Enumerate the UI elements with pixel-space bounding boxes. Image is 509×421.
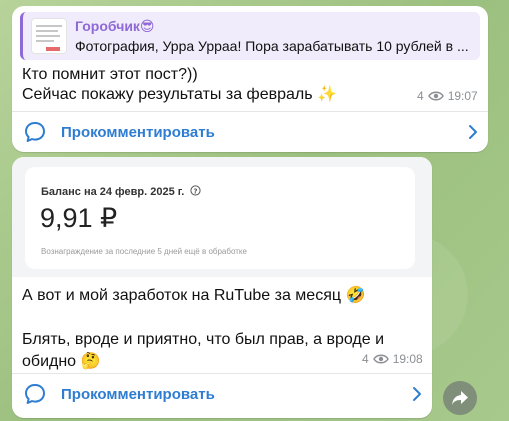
message-time: 19:07: [447, 89, 478, 103]
card-title-text: Баланс на 24 февр. 2025 г.: [41, 186, 185, 198]
message-time: 19:08: [392, 352, 423, 366]
card-note: Вознаграждение за последние 5 дней ещё в…: [41, 247, 247, 256]
message-meta: 4 19:08: [362, 352, 423, 366]
info-icon: ?: [190, 185, 201, 196]
chevron-right-icon: [413, 387, 421, 401]
comment-label: Прокомментировать: [61, 385, 215, 403]
comment-button[interactable]: Прокомментировать: [12, 374, 432, 414]
balance-card: Баланс на 24 февр. 2025 г. ? 9,91 ₽ Возн…: [25, 167, 415, 269]
comment-icon: [25, 122, 45, 142]
message-text: Кто помнит этот пост?)) Сейчас покажу ре…: [22, 66, 337, 103]
balance-amount: 9,91 ₽: [40, 203, 118, 233]
reply-author: Горобчик😎: [75, 18, 155, 34]
reply-text: Фотография, Урра Урраа! Пора зарабатыват…: [75, 38, 469, 54]
share-icon: [452, 391, 468, 405]
comment-icon: [25, 384, 45, 404]
eye-icon: [372, 354, 389, 364]
comment-button[interactable]: Прокомментировать: [12, 112, 488, 152]
eye-icon: [427, 91, 444, 101]
message-bubble: Баланс на 24 февр. 2025 г. ? 9,91 ₽ Возн…: [12, 157, 432, 418]
svg-text:?: ?: [194, 187, 198, 195]
reply-quote[interactable]: Горобчик😎 Фотография, Урра Урраа! Пора з…: [20, 12, 480, 60]
attached-image[interactable]: Баланс на 24 февр. 2025 г. ? 9,91 ₽ Возн…: [12, 157, 432, 277]
comment-label: Прокомментировать: [61, 123, 215, 141]
reply-thumbnail: [31, 18, 67, 54]
message-bubble: Горобчик😎 Фотография, Урра Урраа! Пора з…: [12, 6, 488, 152]
card-title: Баланс на 24 февр. 2025 г. ?: [41, 185, 201, 198]
share-button[interactable]: [443, 381, 477, 415]
views-count: 4: [417, 89, 424, 103]
message-meta: 4 19:07: [417, 89, 478, 103]
chevron-right-icon: [469, 125, 477, 139]
views-count: 4: [362, 352, 369, 366]
